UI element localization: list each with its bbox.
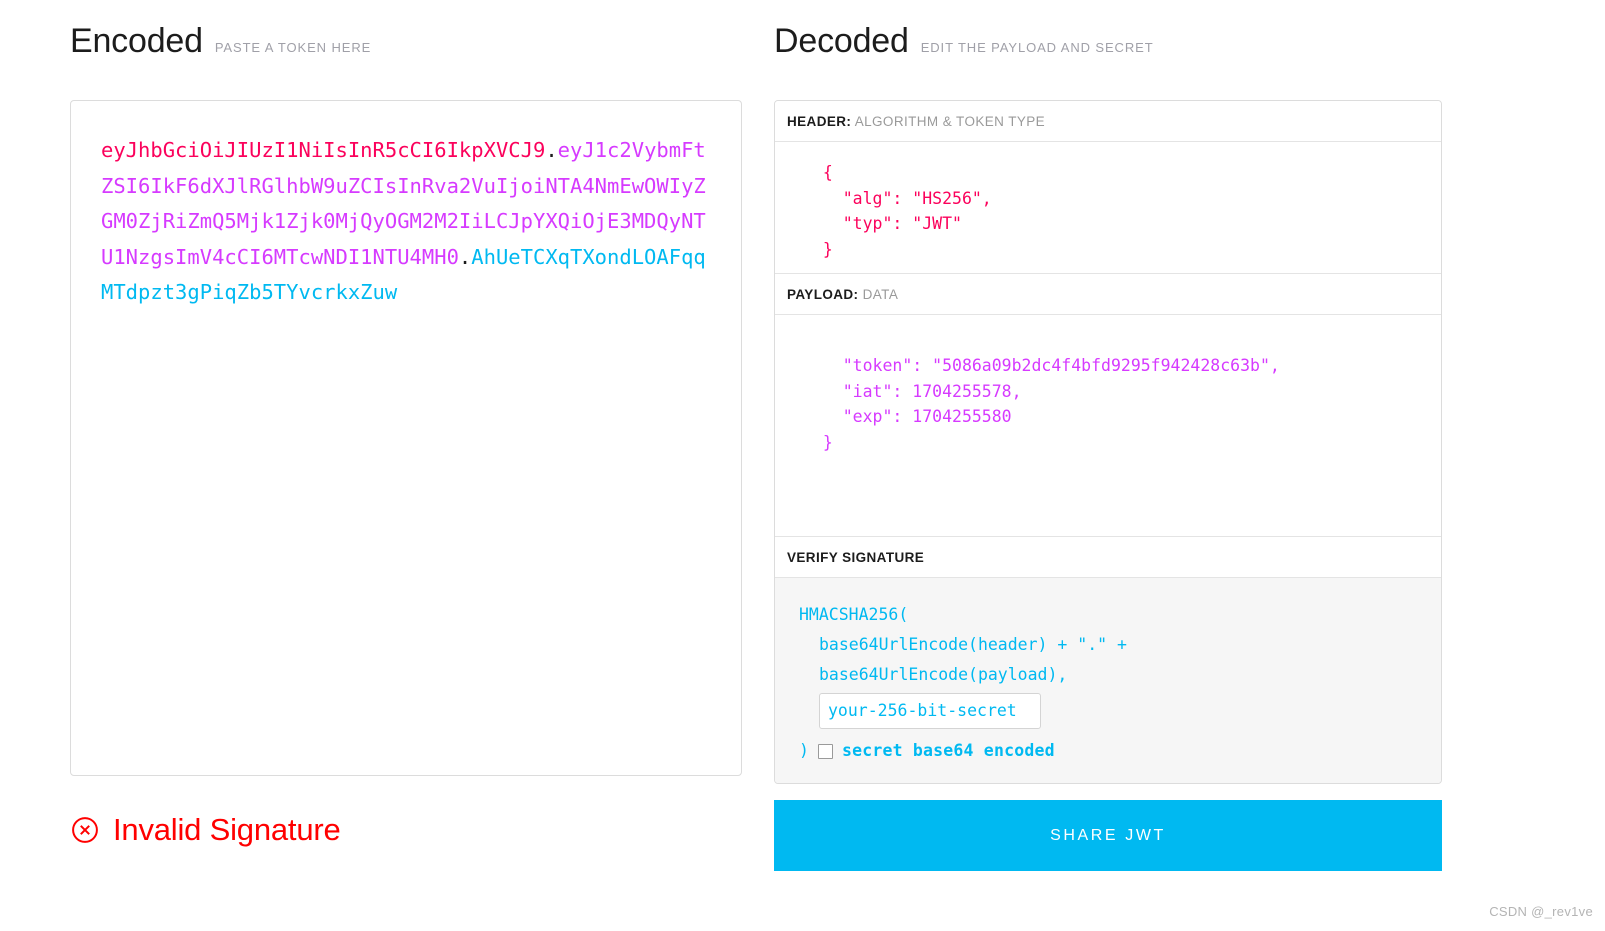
header-label-value: ALGORITHM & TOKEN TYPE [854,114,1046,129]
payload-json-editor[interactable]: "token": "5086a09b2dc4f4bfd9295f942428c6… [775,315,1441,537]
signature-section-label: VERIFY SIGNATURE [775,537,1441,578]
payload-label-key: PAYLOAD: [787,287,859,302]
encoded-column: Encoded PASTE A TOKEN HERE eyJhbGciOiJIU… [70,22,742,776]
payload-label-value: DATA [862,287,899,302]
signature-status-badge: Invalid Signature [71,812,341,848]
token-separator-2: . [458,244,472,269]
watermark: CSDN @_rev1ve [1489,904,1593,919]
base64-payload-line: base64UrlEncode(payload), [819,665,1068,684]
share-jwt-button[interactable]: SHARE JWT [774,800,1442,871]
token-separator-1: . [545,138,558,162]
header-json-editor[interactable]: { "alg": "HS256", "typ": "JWT" } [775,142,1441,274]
secret-input[interactable] [819,693,1041,729]
signature-verify-editor: HMACSHA256( base64UrlEncode(header) + ".… [775,578,1441,783]
encoded-heading: Encoded PASTE A TOKEN HERE [70,22,742,61]
jwt-debugger-page: Encoded PASTE A TOKEN HERE eyJhbGciOiJIU… [0,0,1605,931]
base64-encoded-row: ) secret base64 encoded [799,736,1429,766]
encoded-token-input[interactable]: eyJhbGciOiJIUzI1NiIsInR5cCI6IkpXVCJ9.eyJ… [70,100,742,776]
secret-base64-label[interactable]: secret base64 encoded [842,736,1055,766]
decoded-subtitle: EDIT THE PAYLOAD AND SECRET [920,40,1154,55]
token-header-segment: eyJhbGciOiJIUzI1NiIsInR5cCI6IkpXVCJ9 [101,138,546,162]
decoded-column: Decoded EDIT THE PAYLOAD AND SECRET HEAD… [774,22,1442,784]
header-section-label: HEADER: ALGORITHM & TOKEN TYPE [775,101,1441,142]
decoded-title: Decoded [774,22,909,60]
secret-base64-checkbox[interactable] [817,743,833,759]
encoded-subtitle: PASTE A TOKEN HERE [214,40,372,55]
base64-header-line: base64UrlEncode(header) + "." + [819,635,1127,654]
signature-status-text: Invalid Signature [113,812,341,847]
jwt-token-text[interactable]: eyJhbGciOiJIUzI1NiIsInR5cCI6IkpXVCJ9.eyJ… [101,133,711,311]
decoded-heading: Decoded EDIT THE PAYLOAD AND SECRET [774,22,1442,61]
header-label-key: HEADER: [787,114,852,129]
signature-label-key: VERIFY SIGNATURE [787,550,925,565]
hmac-line: HMACSHA256( [799,605,909,624]
payload-section-label: PAYLOAD: DATA [775,274,1441,315]
closing-paren: ) [799,741,809,760]
circle-x-icon [72,817,98,843]
decoded-panel: HEADER: ALGORITHM & TOKEN TYPE { "alg": … [774,100,1442,784]
encoded-title: Encoded [70,22,203,60]
